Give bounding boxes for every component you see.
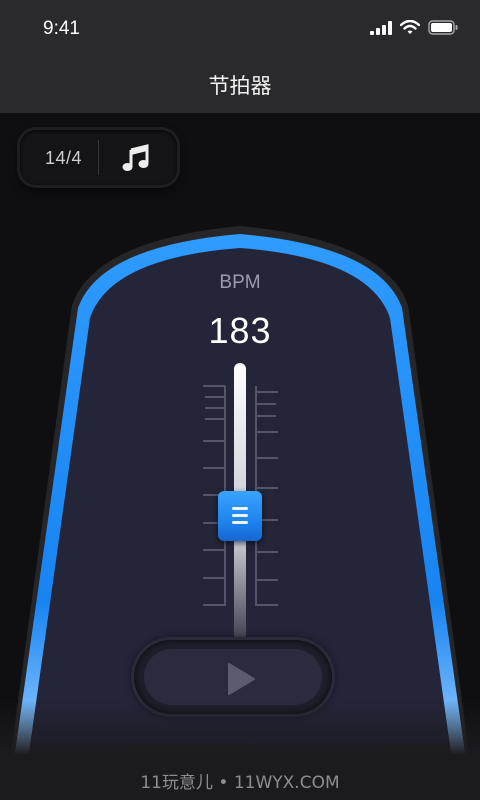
watermark-text: 11玩意儿 • 11WYX.COM bbox=[140, 773, 340, 793]
play-icon[interactable] bbox=[226, 662, 256, 696]
time-signature-button[interactable]: 14/4 bbox=[45, 148, 82, 169]
bpm-value: 183 bbox=[208, 310, 272, 351]
bpm-label: BPM bbox=[219, 272, 261, 293]
wifi-icon bbox=[400, 20, 420, 34]
divider bbox=[98, 140, 99, 175]
tempo-slider-handle[interactable] bbox=[218, 491, 262, 541]
status-time: 9:41 bbox=[43, 18, 80, 39]
music-note-icon[interactable] bbox=[120, 142, 154, 174]
signal-icon bbox=[370, 20, 392, 35]
status-bar: 9:41 bbox=[0, 0, 480, 56]
navigation-bar: 节拍器 bbox=[0, 56, 480, 113]
battery-icon bbox=[428, 20, 458, 35]
meter-selector: 14/4 bbox=[20, 130, 177, 185]
page-title: 节拍器 bbox=[208, 73, 272, 98]
